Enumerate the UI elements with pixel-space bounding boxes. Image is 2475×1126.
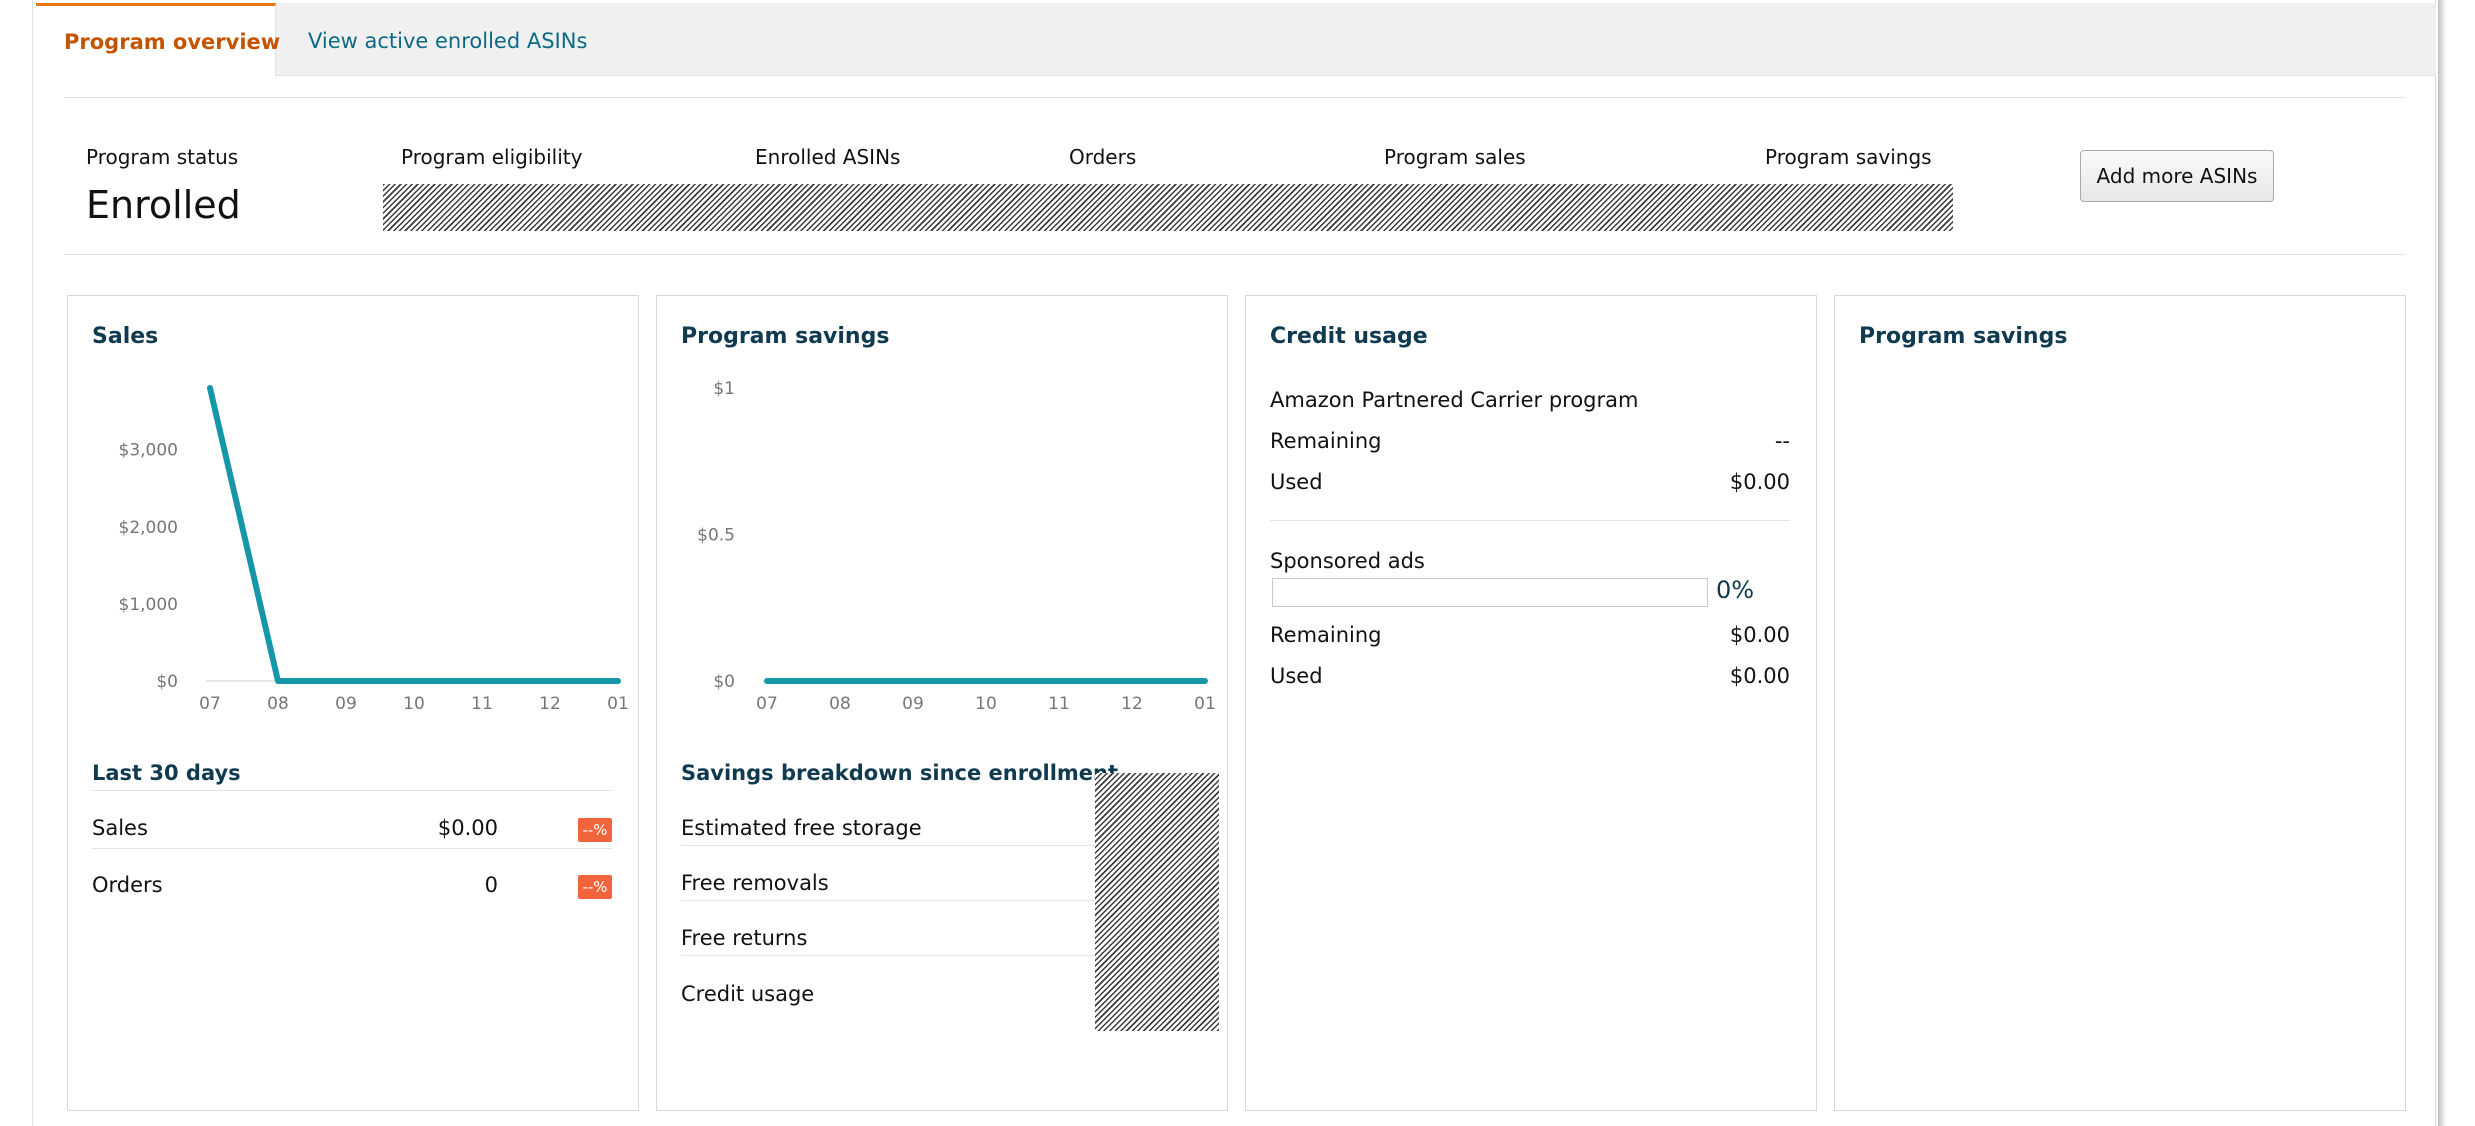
carrier-remaining-label: Remaining (1270, 429, 1382, 453)
orders-row-label: Orders (92, 873, 163, 897)
breakdown-item-estimated-free-storage: Estimated free storage (681, 816, 922, 840)
breakdown-item-free-removals: Free removals (681, 871, 829, 895)
program-savings-card: Program savings $0 $0.5 $1 07 08 09 10 11 12 01 S… (656, 295, 1228, 1111)
carrier-used-value: $0.00 (1729, 470, 1790, 494)
breakdown-item-free-returns: Free returns (681, 926, 808, 950)
program-savings-card-2: Program savings (1834, 295, 2406, 1111)
sales-chart-y-tick-label: $2,000 (119, 518, 178, 538)
carrier-used-label: Used (1270, 470, 1323, 494)
savings-chart-x-tick-label: 09 (902, 694, 924, 714)
divider-credit (1270, 520, 1790, 521)
sales-change-badge: --% (578, 818, 612, 842)
sales-chart-x-tick-label: 10 (403, 694, 425, 714)
carrier-remaining-value: -- (1774, 429, 1790, 453)
sponsored-ads-label: Sponsored ads (1270, 549, 1425, 573)
label-orders: Orders (1069, 145, 1137, 169)
sales-row-label: Sales (92, 816, 148, 840)
savings-chart-y-tick-label: $0.5 (697, 526, 735, 546)
redacted-summary-values (383, 184, 1953, 231)
sales-chart-series-line (207, 385, 621, 684)
savings-chart-y-tick-label: $1 (713, 379, 735, 399)
sales-chart-x-tick-label: 08 (267, 694, 289, 714)
sales-chart-x-tick-label: 12 (539, 694, 561, 714)
savings-chart-x-tick-label: 08 (829, 694, 851, 714)
savings-chart-x-tick-label: 07 (756, 694, 778, 714)
program-savings-chart: $0 $0.5 $1 07 08 09 10 11 12 01 (697, 379, 1216, 714)
divider-sales-row (92, 848, 612, 849)
divider-top (64, 97, 2406, 98)
label-enrolled-asins: Enrolled ASINs (755, 145, 901, 169)
savings-chart-x-tick-label: 11 (1048, 694, 1070, 714)
sales-chart-y-tick-label: $0 (156, 672, 178, 692)
tab-program-overview[interactable]: Program overview (36, 3, 280, 76)
frame-shadow (2438, 0, 2446, 1126)
redacted-breakdown-values (1095, 773, 1219, 1031)
sponsored-remaining-value: $0.00 (1729, 623, 1790, 647)
sales-chart: $0 $1,000 $2,000 $3,000 07 08 09 10 11 12 01 (119, 385, 629, 714)
divider-breakdown-3 (681, 955, 1095, 956)
label-program-status: Program status (86, 145, 239, 169)
divider-breakdown-1 (681, 845, 1095, 846)
savings-chart-x-tick-label: 10 (975, 694, 997, 714)
breakdown-item-credit-usage: Credit usage (681, 982, 815, 1006)
sponsored-ads-progress-bar (1272, 578, 1708, 607)
orders-change-badge: --% (578, 875, 612, 899)
sales-row-value: $0.00 (437, 816, 498, 840)
divider-breakdown-2 (681, 900, 1095, 901)
carrier-program-label: Amazon Partnered Carrier program (1270, 388, 1639, 412)
tab-bar: Program overview View active enrolled AS… (36, 3, 2436, 76)
savings-chart-x-tick-label: 12 (1121, 694, 1143, 714)
sponsored-ads-percent: 0% (1716, 576, 1755, 604)
add-more-asins-button[interactable]: Add more ASINs (2080, 150, 2274, 202)
program-status-value: Enrolled (86, 183, 241, 227)
label-program-sales: Program sales (1384, 145, 1526, 169)
sales-chart-y-tick-label: $1,000 (119, 595, 178, 615)
program-savings-card-2-title: Program savings (1859, 324, 2068, 349)
last-30-days-title: Last 30 days (92, 761, 241, 785)
sales-card: Sales $0 $1,000 $2,000 $3,000 07 08 09 10 11 12 01… (67, 295, 639, 1111)
label-program-savings: Program savings (1765, 145, 1932, 169)
sales-chart-x-tick-label: 09 (335, 694, 357, 714)
divider-summary (64, 254, 2406, 255)
sales-chart-x-tick-label: 07 (199, 694, 221, 714)
savings-breakdown-title: Savings breakdown since enrollment (681, 761, 1119, 785)
sales-chart-x-tick-label: 11 (471, 694, 493, 714)
savings-chart-y-tick-label: $0 (713, 672, 735, 692)
sales-chart-x-tick-label: 01 (607, 694, 629, 714)
credit-usage-card: Credit usage (1245, 295, 1817, 1111)
label-program-eligibility: Program eligibility (401, 145, 583, 169)
orders-row-value: 0 (484, 873, 498, 897)
sponsored-used-label: Used (1270, 664, 1323, 688)
divider-last-30 (92, 790, 612, 791)
tab-view-active-enrolled-asins[interactable]: View active enrolled ASINs (308, 3, 587, 75)
savings-chart-x-tick-label: 01 (1194, 694, 1216, 714)
sponsored-used-value: $0.00 (1729, 664, 1790, 688)
sales-chart-y-tick-label: $3,000 (119, 441, 178, 461)
sponsored-remaining-label: Remaining (1270, 623, 1382, 647)
credit-usage-card-title: Credit usage (1270, 324, 1428, 349)
